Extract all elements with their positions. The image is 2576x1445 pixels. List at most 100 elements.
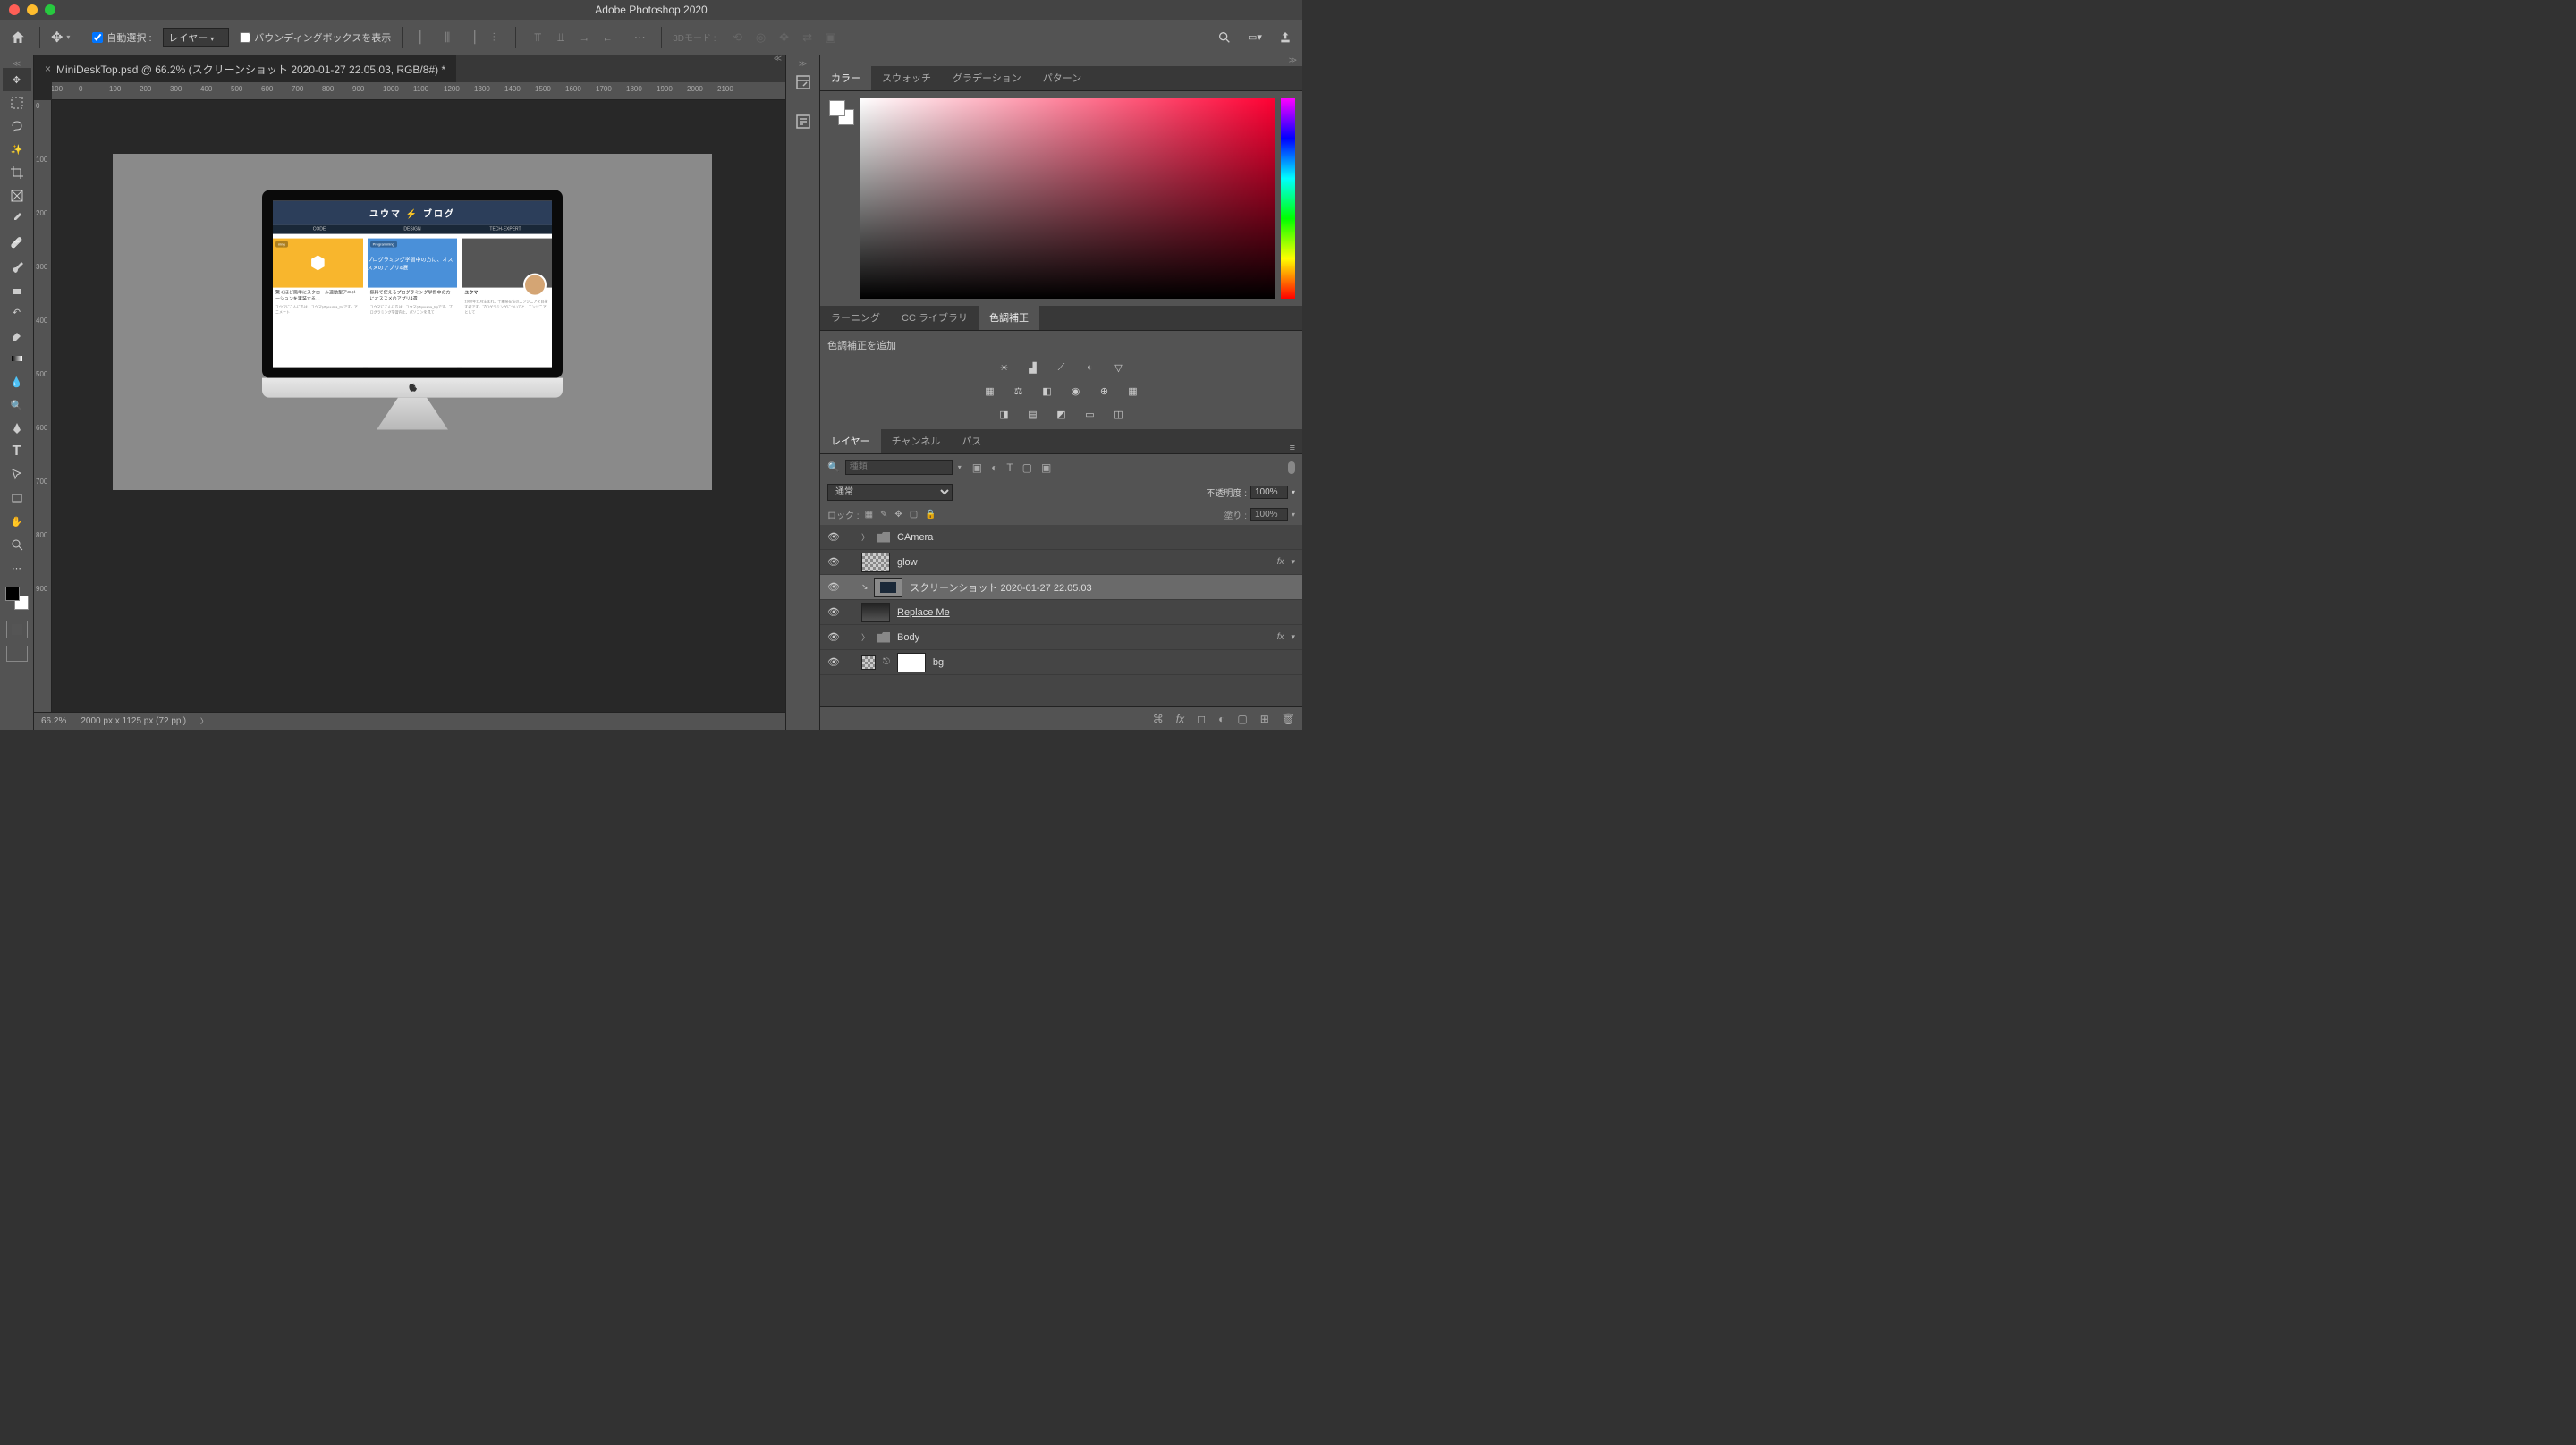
threshold-icon[interactable]: ◩ <box>1054 406 1070 422</box>
properties-panel-icon[interactable] <box>794 113 812 131</box>
tab-paths[interactable]: パス <box>951 428 992 453</box>
tab-gradients[interactable]: グラデーション <box>942 65 1032 90</box>
filter-toggle[interactable] <box>1288 461 1295 474</box>
filter-type-icon[interactable]: T <box>1006 461 1013 474</box>
layer-thumbnail[interactable] <box>861 603 890 622</box>
edit-toolbar-icon[interactable]: ⋯ <box>3 556 31 579</box>
layer-name[interactable]: Replace Me <box>897 607 1295 618</box>
color-fg-bg-swatches[interactable] <box>827 98 854 299</box>
layer-mask-thumbnail[interactable] <box>897 653 926 672</box>
curves-icon[interactable]: ⟋ <box>1054 359 1070 376</box>
rectangle-tool[interactable] <box>3 486 31 510</box>
hand-tool[interactable]: ✋ <box>3 510 31 533</box>
visibility-toggle-icon[interactable]: 👁 <box>827 606 840 619</box>
dist-left-icon[interactable]: ⫭ <box>597 27 618 48</box>
layer-name[interactable]: スクリーンショット 2020-01-27 22.05.03 <box>910 580 1295 595</box>
workspace-icon[interactable]: ▭▾ <box>1245 28 1265 47</box>
layer-row[interactable]: 👁 glow fx ▾ <box>820 550 1302 575</box>
dist-top-icon[interactable]: ⫪ <box>527 27 548 48</box>
history-brush-tool[interactable]: ↶ <box>3 300 31 324</box>
new-layer-icon[interactable]: ⊞ <box>1260 713 1269 725</box>
maximize-window-button[interactable] <box>45 4 55 15</box>
invert-icon[interactable]: ◨ <box>996 406 1013 422</box>
dock-expand-icon[interactable]: ≫ <box>799 59 807 69</box>
minimize-window-button[interactable] <box>27 4 38 15</box>
layer-name[interactable]: Body <box>897 632 1270 643</box>
screen-mode-toggle[interactable] <box>6 646 28 662</box>
tab-adjustments[interactable]: 色調補正 <box>979 305 1039 330</box>
disclosure-icon[interactable]: 〉 <box>861 631 870 643</box>
hue-slider[interactable] <box>1281 98 1295 299</box>
lock-all-icon[interactable]: 🔒 <box>925 510 936 520</box>
blend-mode-select[interactable]: 通常 <box>827 484 953 501</box>
filter-smart-icon[interactable]: ▣ <box>1041 461 1051 474</box>
delete-layer-icon[interactable]: 🗑 <box>1282 713 1295 725</box>
document-tab[interactable]: × MiniDeskTop.psd @ 66.2% (スクリーンショット 202… <box>34 55 456 82</box>
foreground-background-colors[interactable] <box>4 585 30 612</box>
auto-select-target[interactable]: レイヤー ▾ <box>163 28 230 47</box>
align-left-icon[interactable]: ▏ <box>413 27 435 48</box>
filter-adjustment-icon[interactable]: ◐ <box>991 461 997 474</box>
tab-layers[interactable]: レイヤー <box>820 428 881 453</box>
layer-thumbnail[interactable] <box>861 553 890 572</box>
layer-thumbnail[interactable] <box>874 578 902 597</box>
layer-row[interactable]: 👁 〉 CAmera <box>820 525 1302 550</box>
disclosure-icon[interactable]: 〉 <box>861 531 870 543</box>
link-layers-icon[interactable]: ⌘ <box>1153 713 1164 725</box>
canvas[interactable]: ユウマ ⚡ ブログ CODE DESIGN TECH-EXPERT ning⬢ <box>52 100 785 712</box>
tab-patterns[interactable]: パターン <box>1032 65 1092 90</box>
foreground-color-swatch[interactable] <box>5 587 20 601</box>
hue-sat-icon[interactable]: ▦ <box>982 383 998 399</box>
clone-stamp-tool[interactable] <box>3 277 31 300</box>
tab-channels[interactable]: チャンネル <box>881 428 952 453</box>
layer-name[interactable]: CAmera <box>897 532 1295 543</box>
layer-row[interactable]: 👁 ↘ スクリーンショット 2020-01-27 22.05.03 <box>820 575 1302 600</box>
visibility-toggle-icon[interactable]: 👁 <box>827 581 840 594</box>
history-panel-icon[interactable] <box>794 73 812 91</box>
pen-tool[interactable] <box>3 417 31 440</box>
tab-learning[interactable]: ラーニング <box>820 305 891 330</box>
opacity-value[interactable]: 100% <box>1250 486 1288 499</box>
color-field[interactable] <box>860 98 1275 299</box>
visibility-toggle-icon[interactable]: 👁 <box>827 656 840 669</box>
lock-pixels-icon[interactable]: ▦ <box>865 510 873 520</box>
move-tool[interactable]: ✥ <box>3 68 31 91</box>
search-icon[interactable] <box>1215 28 1234 47</box>
dist-bottom-icon[interactable]: ⫬ <box>573 27 595 48</box>
align-top-icon[interactable]: ⫶ <box>483 27 504 48</box>
tab-swatches[interactable]: スウォッチ <box>871 65 942 90</box>
layer-filter-select[interactable] <box>845 460 953 475</box>
bounding-box-check[interactable] <box>240 32 250 43</box>
tab-color[interactable]: カラー <box>820 65 871 90</box>
eyedropper-tool[interactable] <box>3 207 31 231</box>
dodge-tool[interactable]: 🔍 <box>3 393 31 417</box>
panel-menu-icon[interactable]: ≡ <box>1290 443 1302 453</box>
healing-brush-tool[interactable]: 🩹 <box>3 231 31 254</box>
bounding-box-checkbox[interactable]: バウンディングボックスを表示 <box>240 30 391 45</box>
auto-select-checkbox[interactable]: 自動選択 : <box>92 30 151 45</box>
layer-name[interactable]: bg <box>933 657 1295 668</box>
fg-swatch[interactable] <box>829 100 845 116</box>
filter-image-icon[interactable]: ▣ <box>972 461 982 474</box>
chevron-down-icon[interactable]: ▾ <box>1292 511 1295 519</box>
vibrance-icon[interactable]: ▽ <box>1111 359 1127 376</box>
crop-tool[interactable] <box>3 161 31 184</box>
horizontal-ruler[interactable]: -100010020030040050060070080090010001100… <box>52 82 785 100</box>
home-button[interactable] <box>7 27 29 48</box>
type-tool[interactable]: T <box>3 440 31 463</box>
blur-tool[interactable]: 💧 <box>3 370 31 393</box>
fx-badge[interactable]: fx <box>1277 557 1284 567</box>
chevron-down-icon[interactable]: ▾ <box>1291 632 1295 642</box>
visibility-toggle-icon[interactable]: 👁 <box>827 631 840 644</box>
vertical-ruler[interactable]: 0100200300400500600700800900 <box>34 100 52 712</box>
add-mask-icon[interactable]: ◻ <box>1197 713 1206 725</box>
filter-shape-icon[interactable]: ▢ <box>1022 461 1032 474</box>
new-group-icon[interactable]: ▢ <box>1237 713 1247 725</box>
new-adjustment-icon[interactable]: ◐ <box>1218 713 1224 725</box>
fx-badge[interactable]: fx <box>1277 632 1284 642</box>
layer-row[interactable]: 👁 ⎋ bg <box>820 650 1302 675</box>
layer-name[interactable]: glow <box>897 557 1270 568</box>
lock-position-icon[interactable]: ✥ <box>894 510 902 520</box>
layer-thumbnail[interactable] <box>861 655 876 670</box>
posterize-icon[interactable]: ▤ <box>1025 406 1041 422</box>
